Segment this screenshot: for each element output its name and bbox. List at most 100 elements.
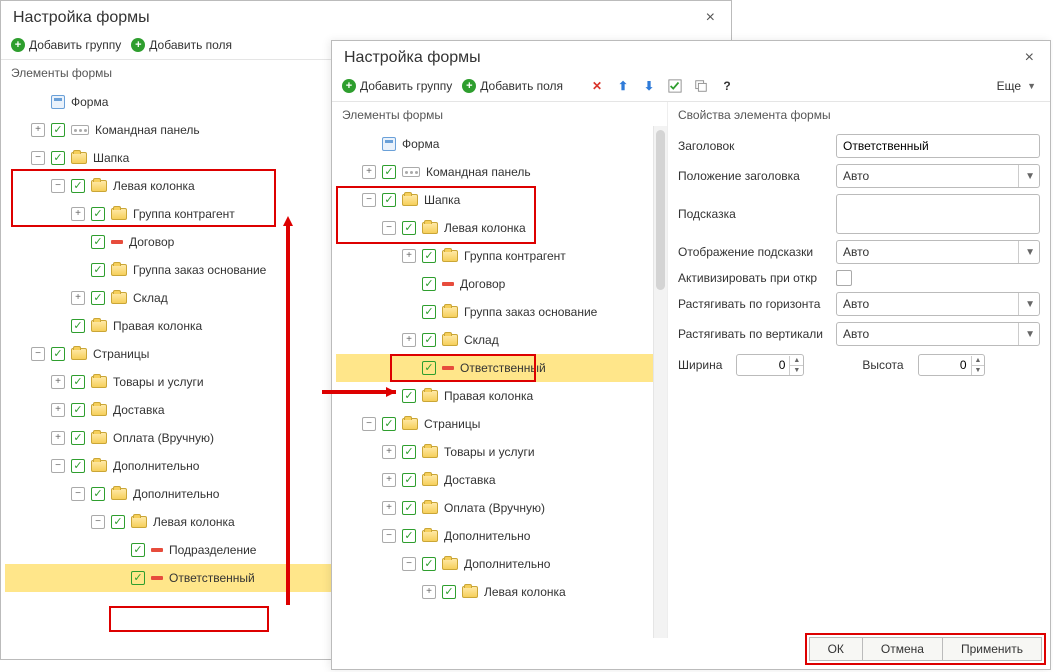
spinner-up-icon[interactable]: ▲ [972, 356, 985, 366]
checkbox[interactable]: ✓ [71, 459, 85, 473]
checkbox[interactable]: ✓ [51, 123, 65, 137]
activate-checkbox[interactable] [836, 270, 852, 286]
checkbox[interactable]: ✓ [422, 277, 436, 291]
checkbox[interactable]: ✓ [422, 249, 436, 263]
expand-toggle[interactable]: + [402, 249, 416, 263]
expand-toggle[interactable]: + [51, 375, 65, 389]
expand-toggle[interactable]: − [91, 515, 105, 529]
spinner-down-icon[interactable]: ▼ [972, 366, 985, 375]
checkbox[interactable]: ✓ [402, 445, 416, 459]
expand-toggle[interactable]: + [71, 207, 85, 221]
checkbox[interactable]: ✓ [71, 179, 85, 193]
expand-toggle[interactable]: + [51, 431, 65, 445]
stretch-h-select[interactable]: Авто ▼ [836, 292, 1040, 316]
hint-display-select[interactable]: Авто ▼ [836, 240, 1040, 264]
expand-toggle[interactable]: + [402, 333, 416, 347]
expand-toggle[interactable]: − [51, 179, 65, 193]
checkbox[interactable]: ✓ [71, 403, 85, 417]
expand-toggle[interactable]: + [31, 123, 45, 137]
copy-icon[interactable] [693, 78, 709, 94]
checkbox[interactable]: ✓ [71, 375, 85, 389]
checkbox[interactable]: ✓ [382, 165, 396, 179]
expand-toggle[interactable]: + [422, 585, 436, 599]
form-tree[interactable]: .Форма+✓Командная панель−✓Шапка−✓Левая к… [332, 126, 667, 638]
checkbox[interactable]: ✓ [422, 361, 436, 375]
checkbox[interactable]: ✓ [402, 473, 416, 487]
stretch-v-select[interactable]: Авто ▼ [836, 322, 1040, 346]
title-input[interactable] [836, 134, 1040, 158]
expand-toggle[interactable]: − [31, 151, 45, 165]
expand-toggle[interactable]: + [382, 445, 396, 459]
tree-row[interactable]: +✓Оплата (Вручную) [336, 494, 663, 522]
tree-row[interactable]: +✓Доставка [336, 466, 663, 494]
expand-toggle[interactable]: − [402, 557, 416, 571]
cancel-button[interactable]: Отмена [863, 637, 943, 661]
tree-row[interactable]: +✓Группа контрагент [336, 242, 663, 270]
checkbox[interactable]: ✓ [382, 417, 396, 431]
expand-toggle[interactable]: − [51, 459, 65, 473]
expand-toggle[interactable]: − [71, 487, 85, 501]
tree-row[interactable]: −✓Дополнительно [336, 522, 663, 550]
check-all-icon[interactable] [667, 78, 683, 94]
tree-row[interactable]: +✓Левая колонка [336, 578, 663, 606]
tree-row[interactable]: −✓Дополнительно [336, 550, 663, 578]
tree-row[interactable]: +✓Товары и услуги [336, 438, 663, 466]
help-icon[interactable]: ? [719, 78, 735, 94]
expand-toggle[interactable]: − [31, 347, 45, 361]
checkbox[interactable]: ✓ [422, 333, 436, 347]
close-button[interactable]: × [1021, 49, 1038, 67]
checkbox[interactable]: ✓ [402, 529, 416, 543]
expand-toggle[interactable]: + [71, 291, 85, 305]
more-button[interactable]: Еще ▼ [993, 77, 1040, 95]
expand-toggle[interactable]: + [362, 165, 376, 179]
tree-row[interactable]: .✓Договор [336, 270, 663, 298]
expand-toggle[interactable]: − [362, 417, 376, 431]
checkbox[interactable]: ✓ [382, 193, 396, 207]
checkbox[interactable]: ✓ [71, 431, 85, 445]
checkbox[interactable]: ✓ [91, 207, 105, 221]
close-button[interactable]: × [702, 9, 719, 27]
expand-toggle[interactable]: + [382, 501, 396, 515]
checkbox[interactable]: ✓ [111, 515, 125, 529]
move-up-icon[interactable]: ⬆ [615, 78, 631, 94]
checkbox[interactable]: ✓ [131, 543, 145, 557]
add-fields-button[interactable]: + Добавить поля [131, 38, 232, 52]
checkbox[interactable]: ✓ [422, 305, 436, 319]
tree-row[interactable]: .✓Ответственный [336, 354, 663, 382]
move-down-icon[interactable]: ⬇ [641, 78, 657, 94]
tree-row[interactable]: −✓Шапка [336, 186, 663, 214]
checkbox[interactable]: ✓ [131, 571, 145, 585]
checkbox[interactable]: ✓ [91, 263, 105, 277]
checkbox[interactable]: ✓ [91, 291, 105, 305]
add-group-button[interactable]: + Добавить группу [342, 79, 452, 93]
checkbox[interactable]: ✓ [402, 389, 416, 403]
add-fields-button[interactable]: + Добавить поля [462, 79, 563, 93]
tree-row[interactable]: .✓Группа заказ основание [336, 298, 663, 326]
expand-toggle[interactable]: − [382, 529, 396, 543]
tree-row[interactable]: −✓Страницы [336, 410, 663, 438]
scrollbar-thumb[interactable] [656, 130, 665, 290]
expand-toggle[interactable]: − [382, 221, 396, 235]
checkbox[interactable]: ✓ [402, 221, 416, 235]
checkbox[interactable]: ✓ [51, 347, 65, 361]
checkbox[interactable]: ✓ [91, 235, 105, 249]
tree-row[interactable]: +✓Склад [336, 326, 663, 354]
tree-row[interactable]: +✓Командная панель [336, 158, 663, 186]
spinner-down-icon[interactable]: ▼ [790, 366, 803, 375]
ok-button[interactable]: ОК [809, 637, 863, 661]
height-spinner[interactable]: ▲▼ [918, 354, 986, 376]
width-spinner[interactable]: ▲▼ [736, 354, 804, 376]
scrollbar[interactable] [653, 126, 667, 638]
checkbox[interactable]: ✓ [71, 319, 85, 333]
checkbox[interactable]: ✓ [422, 557, 436, 571]
add-group-button[interactable]: + Добавить группу [11, 38, 121, 52]
spinner-up-icon[interactable]: ▲ [790, 356, 803, 366]
checkbox[interactable]: ✓ [51, 151, 65, 165]
expand-toggle[interactable]: + [51, 403, 65, 417]
apply-button[interactable]: Применить [943, 637, 1042, 661]
title-position-select[interactable]: Авто ▼ [836, 164, 1040, 188]
checkbox[interactable]: ✓ [402, 501, 416, 515]
checkbox[interactable]: ✓ [91, 487, 105, 501]
delete-icon[interactable]: ✕ [589, 78, 605, 94]
hint-input[interactable] [836, 194, 1040, 234]
